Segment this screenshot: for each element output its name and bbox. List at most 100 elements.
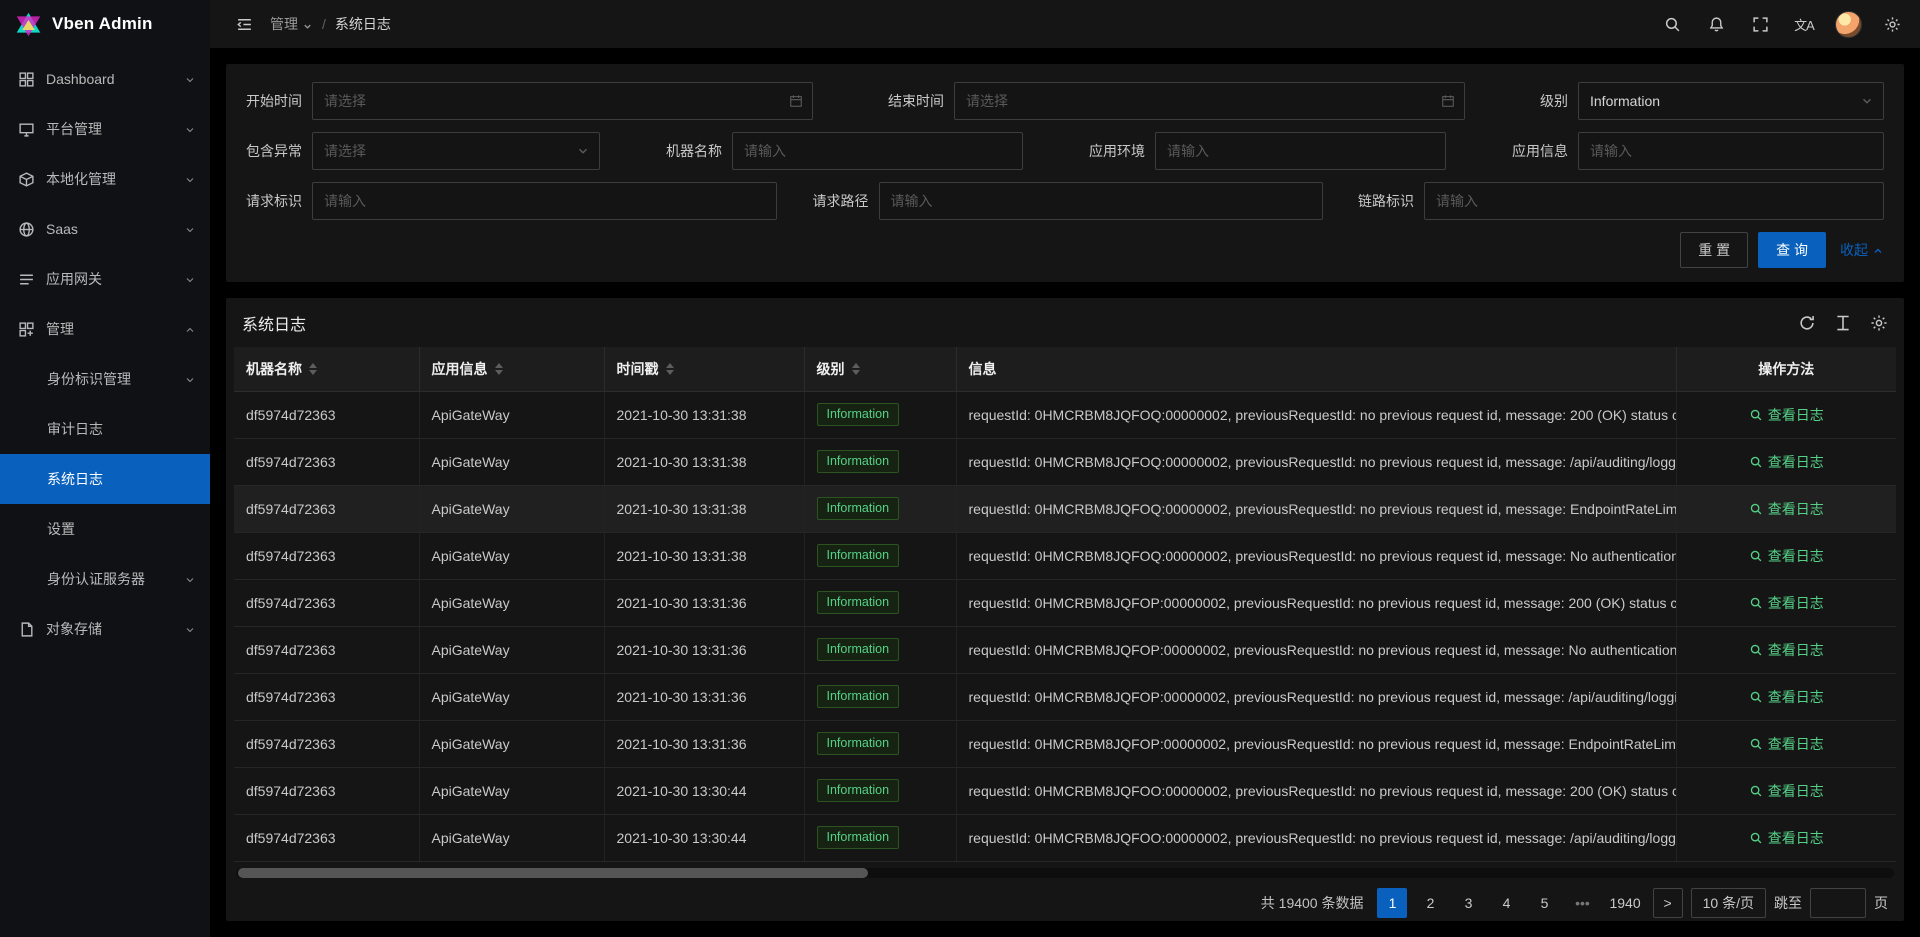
action-cell: 查看日志 [1676,814,1896,861]
view-log-link[interactable]: 查看日志 [1749,546,1824,566]
level-select[interactable]: Information [1578,82,1884,120]
app-info-input[interactable] [1578,132,1884,170]
view-log-link[interactable]: 查看日志 [1749,781,1824,801]
message-cell: requestId: 0HMCRBM8JQFOQ:00000002, previ… [956,485,1676,532]
breadcrumb-current: 系统日志 [335,14,391,34]
collapse-link[interactable]: 收起 [1840,240,1884,260]
fullscreen-icon[interactable] [1738,0,1782,48]
page-button-5[interactable]: 5 [1529,888,1559,918]
refresh-icon[interactable] [1798,314,1816,332]
jump-page-input[interactable] [1810,888,1866,918]
app-cell: ApiGateWay [419,814,604,861]
app-env-input[interactable] [1155,132,1446,170]
sidebar-item-localization[interactable]: 本地化管理 [0,154,210,204]
view-log-link[interactable]: 查看日志 [1749,452,1824,472]
chevron-down-icon [184,623,196,635]
breadcrumb: 管理 / 系统日志 [270,14,391,34]
machine-name-text-input[interactable] [744,143,992,159]
filter-panel: 开始时间 请选择 结束时间 请选择 [226,64,1904,282]
table-row[interactable]: df5974d72363 ApiGateWay 2021-10-30 13:31… [234,391,1896,438]
table-row[interactable]: df5974d72363 ApiGateWay 2021-10-30 13:31… [234,626,1896,673]
table-row[interactable]: df5974d72363 ApiGateWay 2021-10-30 13:31… [234,532,1896,579]
action-cell: 查看日志 [1676,720,1896,767]
table-row[interactable]: df5974d72363 ApiGateWay 2021-10-30 13:31… [234,720,1896,767]
timestamp-cell: 2021-10-30 13:31:36 [604,579,804,626]
language-switch-icon[interactable]: 文A [1782,0,1826,48]
page-button-4[interactable]: 4 [1491,888,1521,918]
request-id-text-input[interactable] [324,193,746,209]
sidebar-item-gateway[interactable]: 应用网关 [0,254,210,304]
main-area: 管理 / 系统日志 文A [210,0,1920,937]
table-header-row: 机器名称 应用信息 时间戳 级别 信息 操作方法 [234,347,1896,391]
reset-button[interactable]: 重 置 [1680,232,1748,268]
search-button[interactable]: 查 询 [1758,232,1826,268]
message-cell: requestId: 0HMCRBM8JQFOP:00000002, previ… [956,720,1676,767]
message-cell: requestId: 0HMCRBM8JQFOQ:00000002, previ… [956,532,1676,579]
notification-bell-icon[interactable] [1694,0,1738,48]
globe-icon [18,221,35,238]
sidebar-item-saas[interactable]: Saas [0,204,210,254]
row-height-icon[interactable] [1834,314,1852,332]
machine-cell: df5974d72363 [234,720,419,767]
breadcrumb-parent[interactable]: 管理 [270,14,313,34]
scrollbar-thumb[interactable] [238,868,868,878]
view-log-link[interactable]: 查看日志 [1749,828,1824,848]
sidebar-item-platform[interactable]: 平台管理 [0,104,210,154]
table-row[interactable]: df5974d72363 ApiGateWay 2021-10-30 13:31… [234,579,1896,626]
trace-id-input[interactable] [1424,182,1884,220]
view-log-link[interactable]: 查看日志 [1749,499,1824,519]
table-row[interactable]: df5974d72363 ApiGateWay 2021-10-30 13:31… [234,485,1896,532]
table-row[interactable]: df5974d72363 ApiGateWay 2021-10-30 13:30… [234,767,1896,814]
column-header-app[interactable]: 应用信息 [419,347,604,391]
table-row[interactable]: df5974d72363 ApiGateWay 2021-10-30 13:31… [234,438,1896,485]
sidebar-item-audit-logs[interactable]: 审计日志 [0,404,210,454]
page-jumper: 跳至 页 [1774,888,1888,918]
page-button-1[interactable]: 1 [1377,888,1407,918]
page-button-last[interactable]: 1940 [1605,888,1644,918]
include-exception-select[interactable]: 请选择 [312,132,600,170]
chevron-down-icon [184,73,196,85]
sidebar-item-system-logs[interactable]: 系统日志 [0,454,210,504]
view-log-link[interactable]: 查看日志 [1749,405,1824,425]
sidebar-item-object-storage[interactable]: 对象存储 [0,604,210,654]
trace-id-text-input[interactable] [1436,193,1853,209]
request-path-input[interactable] [879,182,1323,220]
menu-fold-icon[interactable] [224,0,264,48]
request-id-input[interactable] [312,182,777,220]
view-log-link[interactable]: 查看日志 [1749,640,1824,660]
page-button-3[interactable]: 3 [1453,888,1483,918]
table-row[interactable]: df5974d72363 ApiGateWay 2021-10-30 13:31… [234,673,1896,720]
user-avatar[interactable] [1826,0,1870,48]
page-button-2[interactable]: 2 [1415,888,1445,918]
view-log-link[interactable]: 查看日志 [1749,593,1824,613]
end-time-input[interactable]: 请选择 [954,82,1465,120]
column-header-machine[interactable]: 机器名称 [234,347,419,391]
sidebar-item-management[interactable]: 管理 [0,304,210,354]
view-log-link[interactable]: 查看日志 [1749,687,1824,707]
start-time-input[interactable]: 请选择 [312,82,813,120]
app-logo[interactable]: Vben Admin [0,0,210,48]
sidebar-item-dashboard[interactable]: Dashboard [0,54,210,104]
column-settings-gear-icon[interactable] [1870,314,1888,332]
next-page-button[interactable]: > [1653,888,1683,918]
filter-buttons: 重 置 查 询 收起 [246,232,1884,268]
level-badge: Information [817,779,900,803]
app-info-text-input[interactable] [1590,143,1853,159]
sidebar-item-identity-management[interactable]: 身份标识管理 [0,354,210,404]
timestamp-cell: 2021-10-30 13:30:44 [604,767,804,814]
machine-name-input[interactable] [732,132,1023,170]
page-jump-forward[interactable]: ••• [1567,888,1597,918]
sidebar-item-identity-server[interactable]: 身份认证服务器 [0,554,210,604]
timestamp-cell: 2021-10-30 13:31:36 [604,673,804,720]
app-env-text-input[interactable] [1167,143,1415,159]
timestamp-cell: 2021-10-30 13:31:38 [604,485,804,532]
page-size-select[interactable]: 10 条/页 [1691,888,1766,918]
column-header-level[interactable]: 级别 [804,347,956,391]
search-icon[interactable] [1650,0,1694,48]
view-log-link[interactable]: 查看日志 [1749,734,1824,754]
request-path-text-input[interactable] [891,193,1292,209]
sidebar-item-settings[interactable]: 设置 [0,504,210,554]
column-header-timestamp[interactable]: 时间戳 [604,347,804,391]
table-row[interactable]: df5974d72363 ApiGateWay 2021-10-30 13:30… [234,814,1896,861]
settings-gear-icon[interactable] [1870,0,1914,48]
